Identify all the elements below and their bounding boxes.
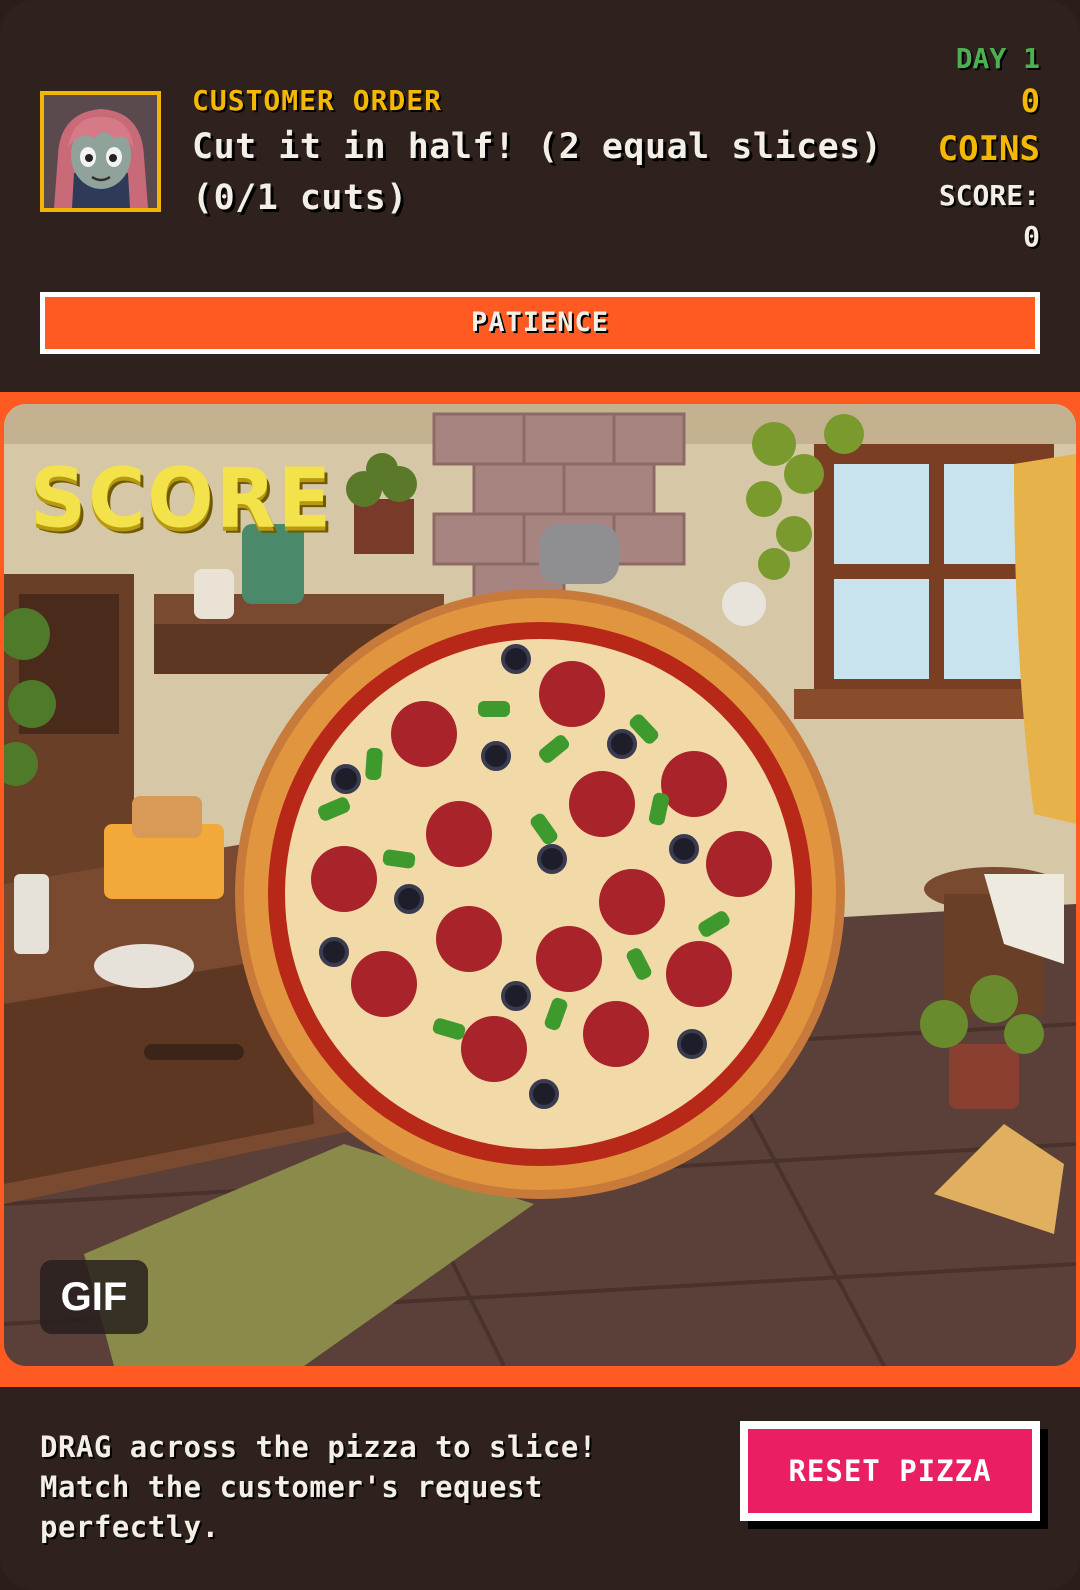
- stats-panel: DAY 1 0 COINS SCORE: 0: [938, 40, 1040, 256]
- kitchen-scene: SCORE GIF: [4, 404, 1076, 1366]
- gif-badge: GIF: [40, 1260, 148, 1334]
- customer-portrait-icon: [44, 95, 157, 208]
- score-art-text: SCORE: [30, 451, 334, 547]
- order-label: CUSTOMER ORDER: [192, 84, 443, 117]
- olive-topping: [669, 834, 699, 864]
- reset-button-wrap: RESET PIZZA: [740, 1421, 1048, 1529]
- pepperoni-topping: [391, 701, 457, 767]
- olive-topping: [481, 741, 511, 771]
- patience-label: PATIENCE: [470, 307, 610, 338]
- pepperoni-topping: [351, 951, 417, 1017]
- game-frame: CUSTOMER ORDER Cut it in half! (2 equal …: [0, 0, 1080, 1590]
- pepperoni-topping: [461, 1016, 527, 1082]
- pepperoni-topping: [539, 661, 605, 727]
- reset-pizza-label: RESET PIZZA: [748, 1429, 1032, 1513]
- game-scene: SCORE GIF: [0, 392, 1080, 1387]
- score-value: 0: [1023, 220, 1040, 253]
- olive-topping: [537, 844, 567, 874]
- patience-bar: PATIENCE: [40, 292, 1040, 354]
- olive-topping: [677, 1029, 707, 1059]
- day-counter: DAY 1: [955, 42, 1040, 75]
- customer-avatar: [40, 91, 161, 212]
- reset-pizza-button[interactable]: RESET PIZZA: [740, 1421, 1040, 1521]
- pepperoni-topping: [311, 846, 377, 912]
- score-label: SCORE:: [938, 179, 1040, 212]
- instructions-text: DRAG across the pizza to slice! Match th…: [40, 1430, 597, 1544]
- olive-topping: [501, 644, 531, 674]
- pepperoni-topping: [599, 869, 665, 935]
- olive-topping: [331, 764, 361, 794]
- controls-footer: DRAG across the pizza to slice! Match th…: [0, 1387, 1080, 1590]
- pepperoni-topping: [661, 751, 727, 817]
- pepperoni-topping: [706, 831, 772, 897]
- pepperoni-topping: [426, 801, 492, 867]
- order-request-text: Cut it in half! (2 equal slices): [192, 127, 883, 167]
- olive-topping: [529, 1079, 559, 1109]
- coins-value: 0: [1020, 82, 1040, 120]
- order-progress: (0/1 cuts): [192, 178, 408, 218]
- green-pepper-topping: [365, 747, 383, 781]
- olive-topping: [607, 729, 637, 759]
- pepperoni-topping: [436, 906, 502, 972]
- pepperoni-topping: [536, 926, 602, 992]
- green-pepper-topping: [478, 701, 510, 717]
- order-request: Cut it in half! (2 equal slices) (0/1 cu…: [192, 122, 892, 224]
- pepperoni-topping: [666, 941, 732, 1007]
- order-header: CUSTOMER ORDER Cut it in half! (2 equal …: [0, 0, 1080, 392]
- pizza[interactable]: [4, 404, 1076, 1366]
- coins-label: COINS: [937, 129, 1040, 169]
- olive-topping: [319, 937, 349, 967]
- pepperoni-topping: [569, 771, 635, 837]
- olive-topping: [394, 884, 424, 914]
- olive-topping: [501, 981, 531, 1011]
- pepperoni-topping: [583, 1001, 649, 1067]
